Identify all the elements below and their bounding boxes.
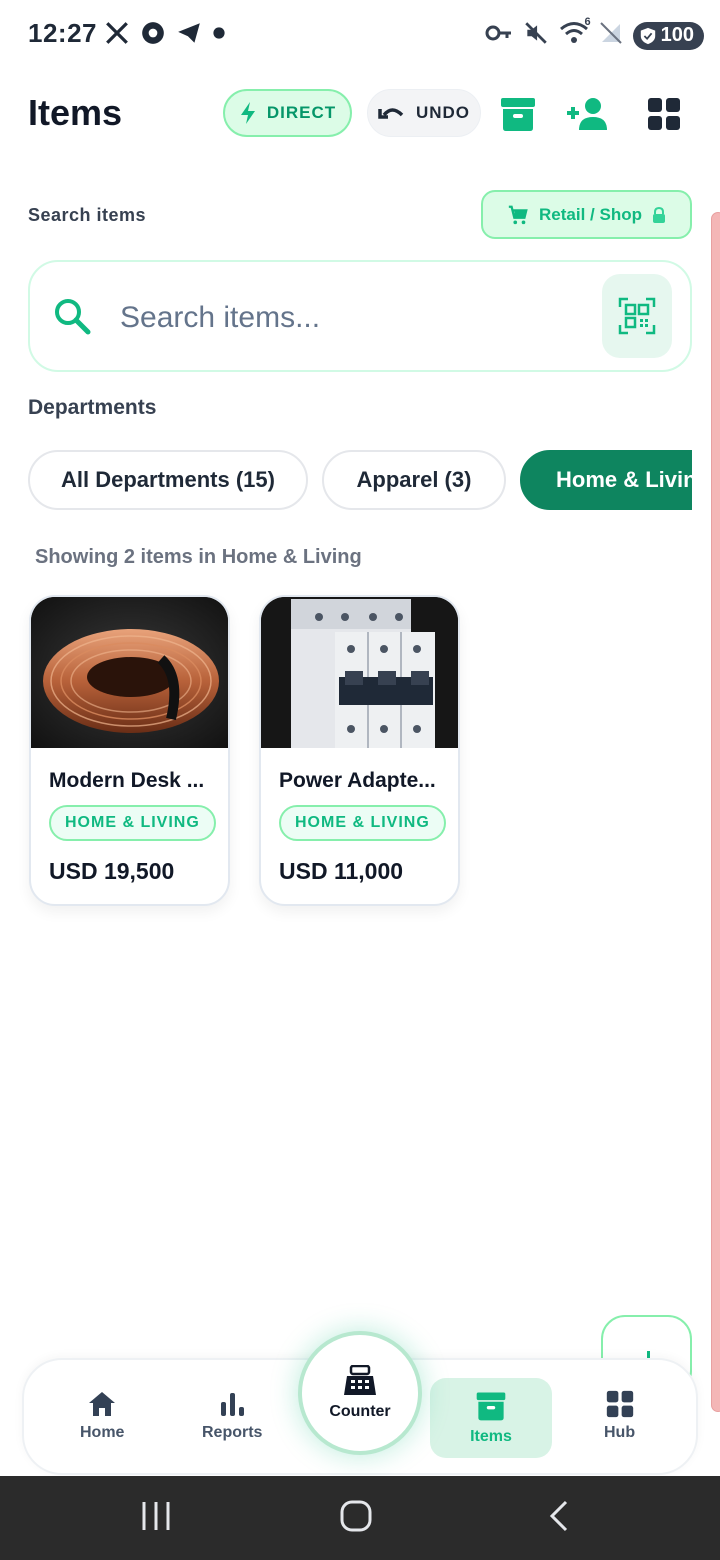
system-nav-bar (0, 1476, 720, 1560)
nav-reports[interactable]: Reports (202, 1390, 262, 1442)
bar-chart-icon (221, 1393, 245, 1416)
cart-icon (508, 205, 528, 224)
mute-icon (523, 20, 549, 51)
wifi-icon: 6 (559, 16, 591, 51)
item-name: Power Adapte... (279, 769, 436, 792)
nav-counter[interactable]: Counter (298, 1331, 422, 1455)
direct-button[interactable]: DIRECT (223, 89, 352, 137)
mode-chip-label: Retail / Shop (539, 204, 642, 224)
search-icon (52, 296, 92, 341)
key-icon (485, 21, 513, 50)
telegram-icon (176, 20, 202, 51)
home-circle-icon (340, 1500, 372, 1532)
item-name: Modern Desk ... (49, 769, 205, 792)
edge-panel-handle[interactable] (711, 212, 720, 1412)
status-time: 12:27 (28, 18, 97, 48)
lock-icon (652, 206, 665, 223)
back-arrow-icon (549, 1500, 568, 1532)
direct-label: DIRECT (266, 103, 337, 122)
wifi-badge: 6 (584, 16, 591, 28)
item-price: USD 19,500 (49, 858, 175, 884)
status-bar: 12:27 6 100 (0, 0, 720, 70)
add-user-button[interactable] (565, 92, 609, 136)
archive-icon (476, 1392, 506, 1421)
department-chips: All Departments (15) Apparel (3) Home & … (28, 450, 692, 511)
dept-chip-apparel[interactable]: Apparel (3) (322, 450, 506, 510)
home-system-button[interactable] (338, 1498, 374, 1539)
status-left-icons (104, 20, 226, 51)
add-user-icon (567, 98, 607, 130)
item-department-tag: HOME & LIVING (49, 805, 216, 841)
nav-counter-label: Counter (329, 1403, 391, 1420)
archive-button[interactable] (496, 92, 540, 136)
undo-icon (378, 108, 404, 119)
lightning-icon (240, 102, 255, 124)
search-section-label: Search items (28, 205, 147, 225)
qr-scan-button[interactable] (602, 274, 672, 358)
cash-register-icon (344, 1365, 376, 1395)
nav-home-label: Home (80, 1424, 125, 1441)
x-logo-icon (104, 20, 130, 51)
nav-items-label: Items (470, 1428, 512, 1445)
recents-button[interactable] (140, 1498, 172, 1539)
dept-chip-home-living[interactable]: Home & Living (520, 450, 692, 510)
item-image-copper-wire (31, 597, 228, 748)
home-icon (89, 1392, 116, 1416)
no-signal-icon (599, 20, 623, 51)
chrome-like-icon (140, 20, 166, 51)
item-price: USD 11,000 (279, 858, 404, 884)
nav-hub[interactable]: Hub (604, 1390, 635, 1442)
nav-home[interactable]: Home (80, 1390, 124, 1442)
undo-button[interactable]: UNDO (367, 89, 481, 137)
item-card[interactable]: Modern Desk ... HOME & LIVING USD 19,500 (29, 595, 230, 906)
archive-icon (501, 98, 535, 131)
qr-code-icon (618, 297, 656, 335)
shield-check-icon (640, 27, 655, 44)
search-box (28, 260, 692, 372)
nav-items[interactable]: Items (430, 1378, 552, 1458)
undo-label: UNDO (415, 103, 471, 122)
departments-label: Departments (28, 396, 157, 419)
dept-chip-all[interactable]: All Departments (15) (28, 450, 308, 510)
status-right-icons: 6 100 (485, 16, 704, 51)
grid-icon (606, 1390, 633, 1418)
nav-hub-label: Hub (604, 1424, 636, 1441)
item-card[interactable]: Power Adapte... HOME & LIVING USD 11,000 (259, 595, 460, 906)
page-title: Items (28, 92, 123, 133)
dot-icon (212, 26, 226, 45)
battery-indicator: 100 (632, 21, 704, 50)
grid-icon (648, 98, 680, 130)
nav-reports-label: Reports (202, 1424, 263, 1441)
mode-chip[interactable]: Retail / Shop (481, 190, 692, 239)
item-department-tag: HOME & LIVING (279, 805, 446, 841)
search-input[interactable] (120, 290, 590, 346)
grid-button[interactable] (642, 92, 686, 136)
recents-icon (142, 1502, 170, 1530)
results-summary: Showing 2 items in Home & Living (35, 546, 362, 568)
item-image-circuit-breaker (261, 597, 458, 749)
back-button[interactable] (544, 1498, 574, 1539)
